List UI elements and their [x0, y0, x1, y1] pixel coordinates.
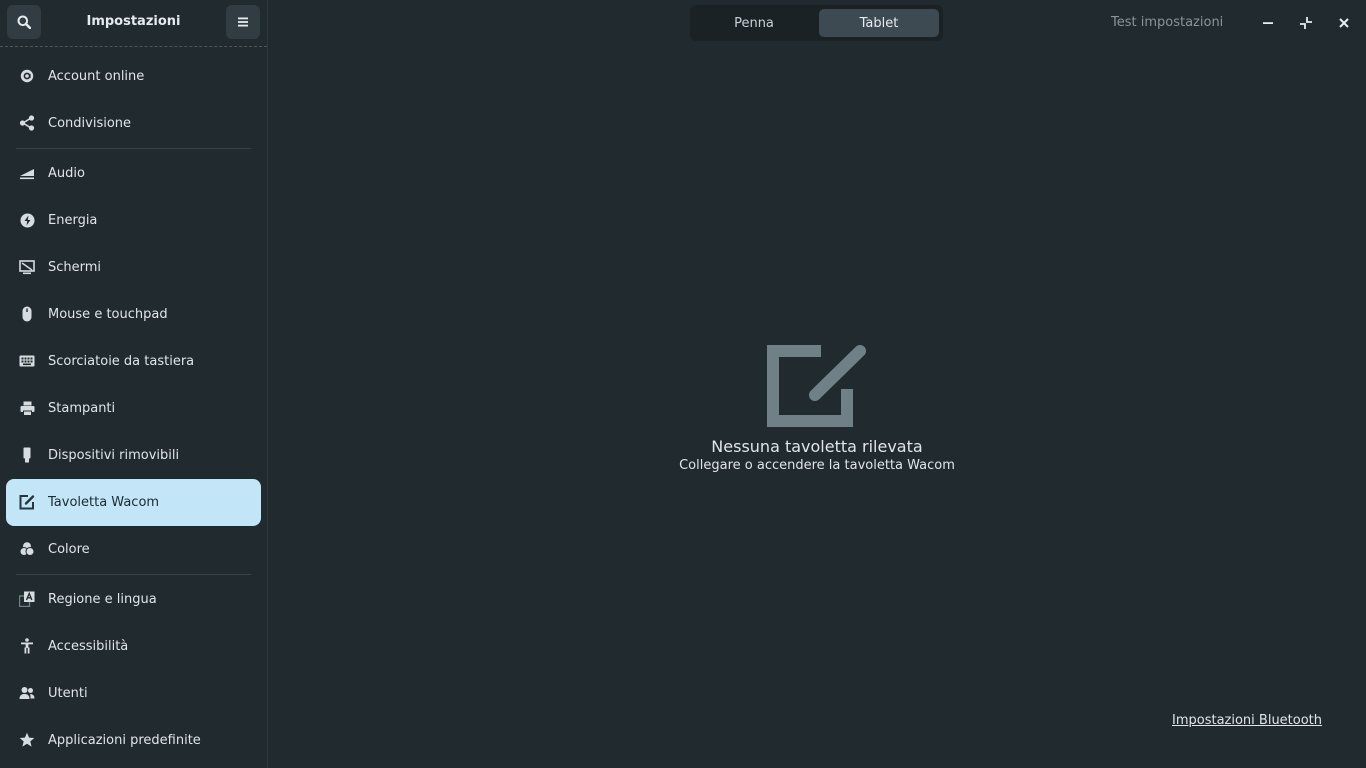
sidebar: Impostazioni Account online Condivisione… — [0, 0, 268, 768]
search-button[interactable] — [7, 5, 41, 39]
sidebar-item-label: Schermi — [48, 260, 102, 275]
sidebar-item-dispositivi-rimovibili[interactable]: Dispositivi rimovibili — [6, 432, 261, 479]
keyboard-icon — [19, 353, 35, 369]
sidebar-item-label: Dispositivi rimovibili — [48, 448, 180, 463]
restore-button[interactable] — [1293, 10, 1319, 36]
sidebar-item-colore[interactable]: Colore — [6, 526, 261, 573]
main-menu-button[interactable] — [226, 5, 260, 39]
empty-state-subtitle: Collegare o accendere la tavoletta Wacom — [679, 458, 955, 473]
region-language-icon — [19, 591, 35, 607]
sidebar-item-regione-lingua[interactable]: Regione e lingua — [6, 576, 261, 623]
sidebar-item-label: Audio — [48, 166, 85, 181]
share-icon — [19, 115, 35, 131]
sidebar-item-tavoletta-wacom[interactable]: Tavoletta Wacom — [6, 479, 261, 526]
restore-icon — [1300, 17, 1312, 29]
sidebar-item-label: Applicazioni predefinite — [48, 733, 201, 748]
sidebar-item-label: Mouse e touchpad — [48, 307, 168, 322]
display-icon — [19, 259, 35, 275]
tab-label: Penna — [734, 15, 774, 31]
at-icon — [19, 68, 35, 84]
sidebar-item-schermi[interactable]: Schermi — [6, 244, 261, 291]
sidebar-item-label: Accessibilità — [48, 639, 129, 654]
mouse-icon — [19, 306, 35, 322]
sidebar-item-utenti[interactable]: Utenti — [6, 670, 261, 717]
sidebar-item-label: Account online — [48, 69, 145, 84]
bluetooth-settings-link[interactable]: Impostazioni Bluetooth — [1172, 713, 1322, 728]
close-icon — [1339, 18, 1349, 28]
removable-media-icon — [19, 447, 35, 463]
sidebar-item-accessibilita[interactable]: Accessibilità — [6, 623, 261, 670]
sidebar-title: Impostazioni — [86, 14, 181, 29]
star-icon — [19, 732, 35, 748]
sidebar-item-energia[interactable]: Energia — [6, 197, 261, 244]
color-icon — [19, 541, 35, 557]
sidebar-item-audio[interactable]: Audio — [6, 150, 261, 197]
sidebar-item-applicazioni-predefinite[interactable]: Applicazioni predefinite — [6, 717, 261, 764]
sidebar-item-label: Regione e lingua — [48, 592, 157, 607]
test-settings-button[interactable]: Test impostazioni — [1111, 15, 1223, 30]
minimize-icon — [1263, 22, 1273, 24]
minimize-button[interactable] — [1255, 10, 1281, 36]
empty-state-title: Nessuna tavoletta rilevata — [711, 437, 923, 456]
tab-tablet[interactable]: Tablet — [819, 9, 939, 37]
sidebar-item-account-online[interactable]: Account online — [6, 53, 261, 100]
close-button[interactable] — [1331, 10, 1357, 36]
sidebar-item-scorciatoie-tastiera[interactable]: Scorciatoie da tastiera — [6, 338, 261, 385]
users-icon — [19, 685, 35, 701]
view-switcher: Penna Tablet — [690, 5, 943, 41]
sidebar-item-label: Utenti — [48, 686, 88, 701]
sidebar-item-label: Tavoletta Wacom — [48, 495, 160, 510]
settings-window: Impostazioni Account online Condivisione… — [0, 0, 1366, 768]
audio-icon — [19, 165, 35, 181]
tablet-pen-icon — [19, 494, 35, 510]
power-icon — [19, 212, 35, 228]
sidebar-item-label: Colore — [48, 542, 90, 557]
sidebar-item-condivisione[interactable]: Condivisione — [6, 100, 261, 147]
accessibility-icon — [19, 638, 35, 654]
printer-icon — [19, 400, 35, 416]
tab-penna[interactable]: Penna — [694, 9, 814, 37]
tab-label: Tablet — [859, 15, 899, 31]
sidebar-header: Impostazioni — [0, 0, 267, 47]
sidebar-item-label: Condivisione — [48, 116, 132, 131]
sidebar-separator — [16, 574, 251, 575]
hamburger-menu-icon — [238, 17, 248, 27]
sidebar-separator — [16, 148, 251, 149]
search-icon — [17, 15, 31, 29]
sidebar-item-label: Stampanti — [48, 401, 116, 416]
sidebar-list: Account online Condivisione Audio Energi — [0, 53, 267, 764]
tablet-pen-icon — [767, 345, 866, 427]
sidebar-item-label: Scorciatoie da tastiera — [48, 354, 195, 369]
sidebar-item-label: Energia — [48, 213, 98, 228]
sidebar-item-stampanti[interactable]: Stampanti — [6, 385, 261, 432]
sidebar-item-mouse-touchpad[interactable]: Mouse e touchpad — [6, 291, 261, 338]
